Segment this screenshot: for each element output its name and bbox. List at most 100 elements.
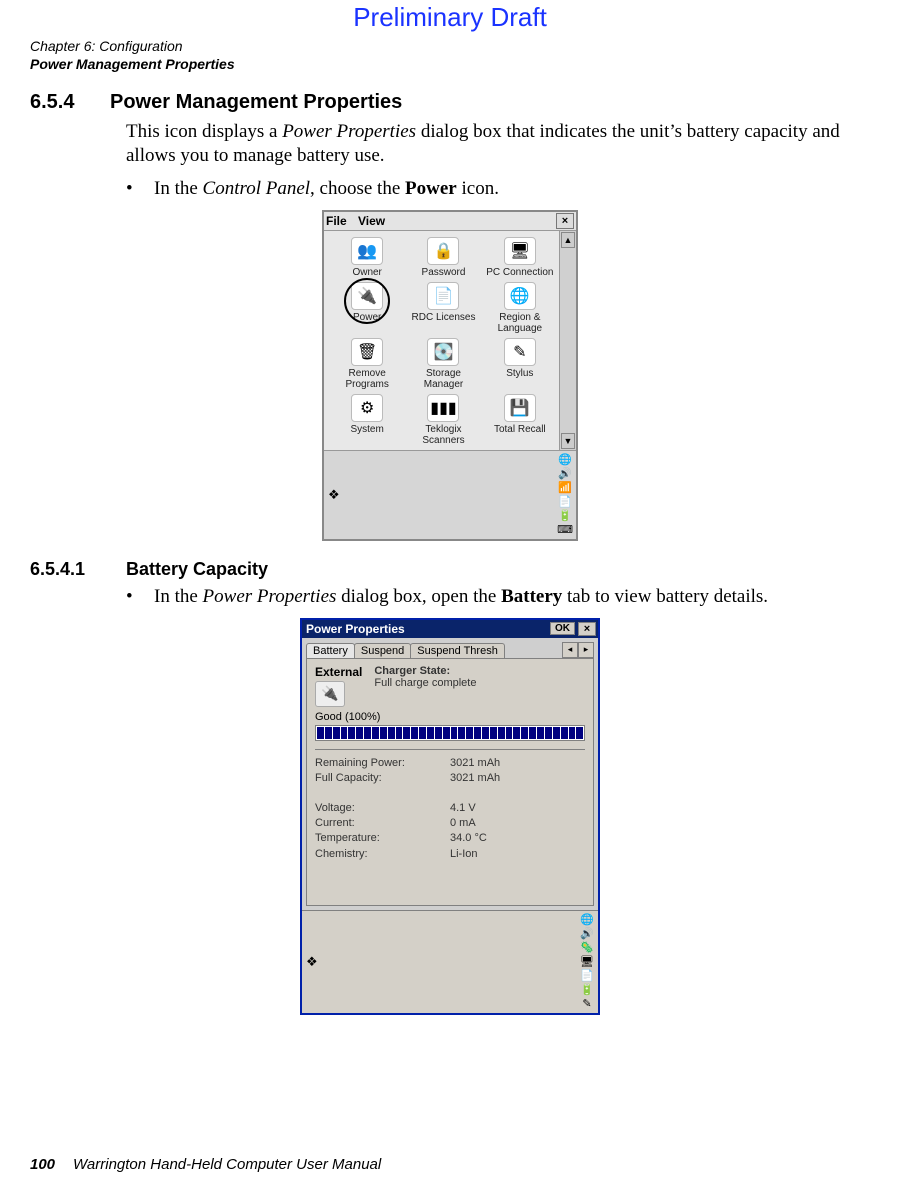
tray-icon[interactable]: 🔊 bbox=[580, 927, 594, 941]
power-properties-window: Power Properties OK × Battery Suspend Su… bbox=[300, 618, 600, 1015]
close-button[interactable]: × bbox=[578, 622, 596, 636]
bullet-marker: • bbox=[126, 178, 154, 200]
app-icon: 📄 bbox=[427, 282, 459, 310]
app-icon: 💾 bbox=[504, 394, 536, 422]
capacity-tick bbox=[537, 727, 544, 739]
subsection-number: 6.5.4.1 bbox=[30, 559, 126, 580]
subsection-bullet: • In the Power Properties dialog box, op… bbox=[126, 586, 870, 608]
tray-icon[interactable]: 📄 bbox=[558, 495, 572, 509]
control-panel-item[interactable]: 💾 Total Recall bbox=[483, 394, 557, 446]
watermark: Preliminary Draft bbox=[30, 0, 870, 33]
voltage-value: 4.1 V bbox=[450, 801, 476, 816]
tray-icon[interactable]: 📶 bbox=[558, 481, 572, 495]
app-label: Power bbox=[330, 312, 404, 323]
dialog-title: Power Properties bbox=[306, 622, 550, 636]
capacity-tick bbox=[545, 727, 552, 739]
section-title: Power Management Properties bbox=[110, 91, 402, 113]
scroll-down-button[interactable]: ▼ bbox=[561, 433, 575, 449]
tray-icon[interactable]: 🦠 bbox=[580, 941, 594, 955]
control-panel-item[interactable]: 🔒Password bbox=[406, 237, 480, 278]
tray-icon[interactable]: 🌐 bbox=[580, 913, 594, 927]
control-panel-window: File View × 👥Owner🔒Password🖥PC Connectio… bbox=[322, 210, 578, 541]
tray-icon[interactable]: 🖥 bbox=[580, 955, 594, 969]
control-panel-item[interactable]: ✎Stylus bbox=[483, 338, 557, 390]
control-panel-item[interactable]: 👥Owner bbox=[330, 237, 404, 278]
remaining-power-value: 3021 mAh bbox=[450, 756, 500, 771]
power-properties-titlebar: Power Properties OK × bbox=[302, 620, 598, 638]
app-icon: 🌐 bbox=[504, 282, 536, 310]
section-heading: 6.5.4Power Management Properties bbox=[30, 91, 870, 114]
capacity-tick bbox=[561, 727, 568, 739]
capacity-tick bbox=[411, 727, 418, 739]
book-title: Warrington Hand-Held Computer User Manua… bbox=[73, 1156, 381, 1173]
app-label: Stylus bbox=[483, 368, 557, 379]
running-head: Chapter 6: Configuration Power Managemen… bbox=[30, 37, 870, 73]
app-label: Owner bbox=[330, 267, 404, 278]
control-panel-item[interactable]: ▮▮▮Teklogix Scanners bbox=[406, 394, 480, 446]
app-label: Teklogix Scanners bbox=[406, 424, 480, 446]
control-panel-titlebar: File View × bbox=[324, 212, 576, 231]
capacity-tick bbox=[569, 727, 576, 739]
control-panel-item[interactable]: 📄 RDC Licenses bbox=[406, 282, 480, 334]
bullet-marker: • bbox=[126, 586, 154, 608]
subsection-heading: 6.5.4.1Battery Capacity bbox=[30, 559, 870, 580]
capacity-tick bbox=[513, 727, 520, 739]
tab-scroll-right[interactable]: ▸ bbox=[578, 642, 594, 658]
tray-icon[interactable]: ⌨ bbox=[558, 523, 572, 537]
charger-state-label: Charger State: bbox=[374, 665, 476, 677]
control-panel-item[interactable]: 💽Storage Manager bbox=[406, 338, 480, 390]
voltage-label: Voltage: bbox=[315, 801, 450, 816]
control-panel-item[interactable]: 🖥PC Connection bbox=[483, 237, 557, 278]
capacity-tick bbox=[458, 727, 465, 739]
capacity-tick bbox=[498, 727, 505, 739]
scroll-up-button[interactable]: ▲ bbox=[561, 232, 575, 248]
tray-icon[interactable]: 🔋 bbox=[558, 509, 572, 523]
capacity-tick bbox=[333, 727, 340, 739]
app-label: PC Connection bbox=[483, 267, 557, 278]
start-icon[interactable]: ❖ bbox=[306, 954, 318, 970]
tab-scroll-left[interactable]: ◂ bbox=[562, 642, 578, 658]
tray-icon[interactable]: 🔊 bbox=[558, 467, 572, 481]
tab-suspend-threshold[interactable]: Suspend Thresh bbox=[410, 643, 505, 658]
tray-icon[interactable]: 🌐 bbox=[558, 453, 572, 467]
control-panel-item[interactable]: 🌐Region & Language bbox=[483, 282, 557, 334]
page-footer: 100Warrington Hand-Held Computer User Ma… bbox=[30, 1156, 381, 1173]
menu-file[interactable]: File bbox=[326, 214, 347, 228]
menu-view[interactable]: View bbox=[358, 214, 385, 228]
section-bullet: • In the Control Panel, choose the Power… bbox=[126, 178, 870, 200]
app-label: Total Recall bbox=[483, 424, 557, 435]
close-button[interactable]: × bbox=[556, 213, 574, 229]
control-panel-item[interactable]: 🗑Remove Programs bbox=[330, 338, 404, 390]
plug-icon: 🔌 bbox=[315, 681, 345, 707]
ok-button[interactable]: OK bbox=[550, 622, 575, 635]
capacity-tick bbox=[553, 727, 560, 739]
capacity-bar bbox=[315, 725, 585, 741]
capacity-tick bbox=[490, 727, 497, 739]
full-capacity-value: 3021 mAh bbox=[450, 771, 500, 786]
external-label: External bbox=[315, 665, 362, 679]
battery-panel: External 🔌 Charger State: Full charge co… bbox=[306, 658, 594, 906]
remaining-power-label: Remaining Power: bbox=[315, 756, 450, 771]
capacity-tick bbox=[451, 727, 458, 739]
taskbar: ❖ 🌐🔊🦠🖥📄🔋✎ bbox=[302, 910, 598, 1013]
app-label: Storage Manager bbox=[406, 368, 480, 390]
full-capacity-label: Full Capacity: bbox=[315, 771, 450, 786]
tray-icon[interactable]: 📄 bbox=[580, 969, 594, 983]
tray-icon[interactable]: 🔋 bbox=[580, 983, 594, 997]
control-panel-item[interactable]: ⚙System bbox=[330, 394, 404, 446]
app-label: Region & Language bbox=[483, 312, 557, 334]
capacity-tick bbox=[403, 727, 410, 739]
capacity-tick bbox=[372, 727, 379, 739]
app-icon: ▮▮▮ bbox=[427, 394, 459, 422]
scrollbar[interactable]: ▲ ▼ bbox=[559, 231, 576, 450]
control-panel-item[interactable]: 🔌 Power bbox=[330, 282, 404, 334]
tray-icon[interactable]: ✎ bbox=[580, 997, 594, 1011]
app-label: RDC Licenses bbox=[406, 312, 480, 323]
tab-battery[interactable]: Battery bbox=[306, 643, 355, 658]
app-icon: 🔌 bbox=[351, 282, 383, 310]
tab-suspend[interactable]: Suspend bbox=[354, 643, 411, 658]
start-icon[interactable]: ❖ bbox=[328, 487, 340, 503]
capacity-tick bbox=[521, 727, 528, 739]
running-head-chapter: Chapter 6: Configuration bbox=[30, 37, 870, 55]
capacity-tick bbox=[396, 727, 403, 739]
